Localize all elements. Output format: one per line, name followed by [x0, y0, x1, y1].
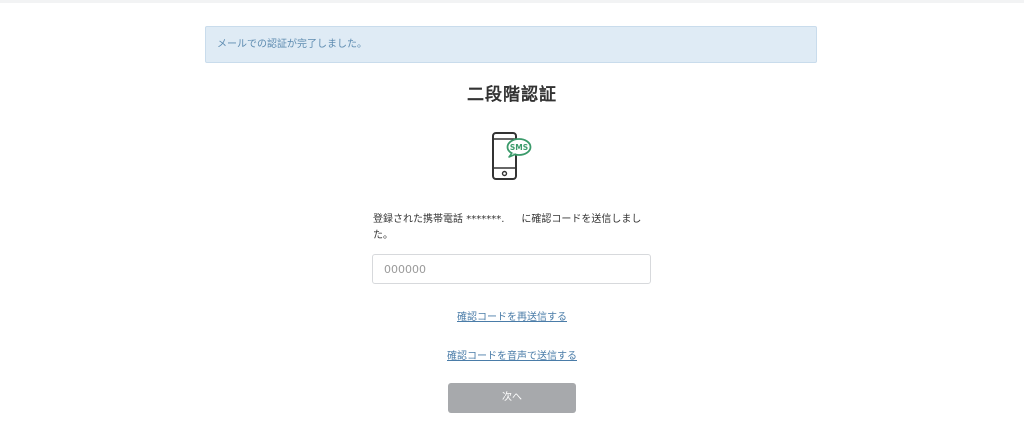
voice-code-row: 確認コードを音声で送信する — [0, 347, 1024, 362]
alert-message: メールでの認証が完了しました。 — [217, 39, 367, 50]
verification-code-input[interactable] — [372, 254, 651, 284]
top-divider — [0, 0, 1024, 3]
masked-phone-number: *******. — [466, 214, 505, 225]
resend-code-link[interactable]: 確認コードを再送信する — [457, 312, 567, 323]
description-prefix: 登録された携帯電話 — [373, 214, 463, 225]
page-title: 二段階認証 — [467, 85, 557, 105]
sms-badge-text: SMS — [510, 143, 528, 152]
smartphone-sms-icon: SMS — [492, 132, 532, 180]
resend-code-row: 確認コードを再送信する — [0, 308, 1024, 323]
next-button[interactable]: 次へ — [448, 383, 576, 413]
two-factor-page: メールでの認証が完了しました。 二段階認証 SMS 登録された携帯電話 ****… — [0, 0, 1024, 421]
sms-sent-description: 登録された携帯電話 *******. に確認コードを送信しました。 — [373, 212, 653, 244]
voice-code-link[interactable]: 確認コードを音声で送信する — [447, 351, 577, 362]
success-alert: メールでの認証が完了しました。 — [205, 26, 817, 63]
